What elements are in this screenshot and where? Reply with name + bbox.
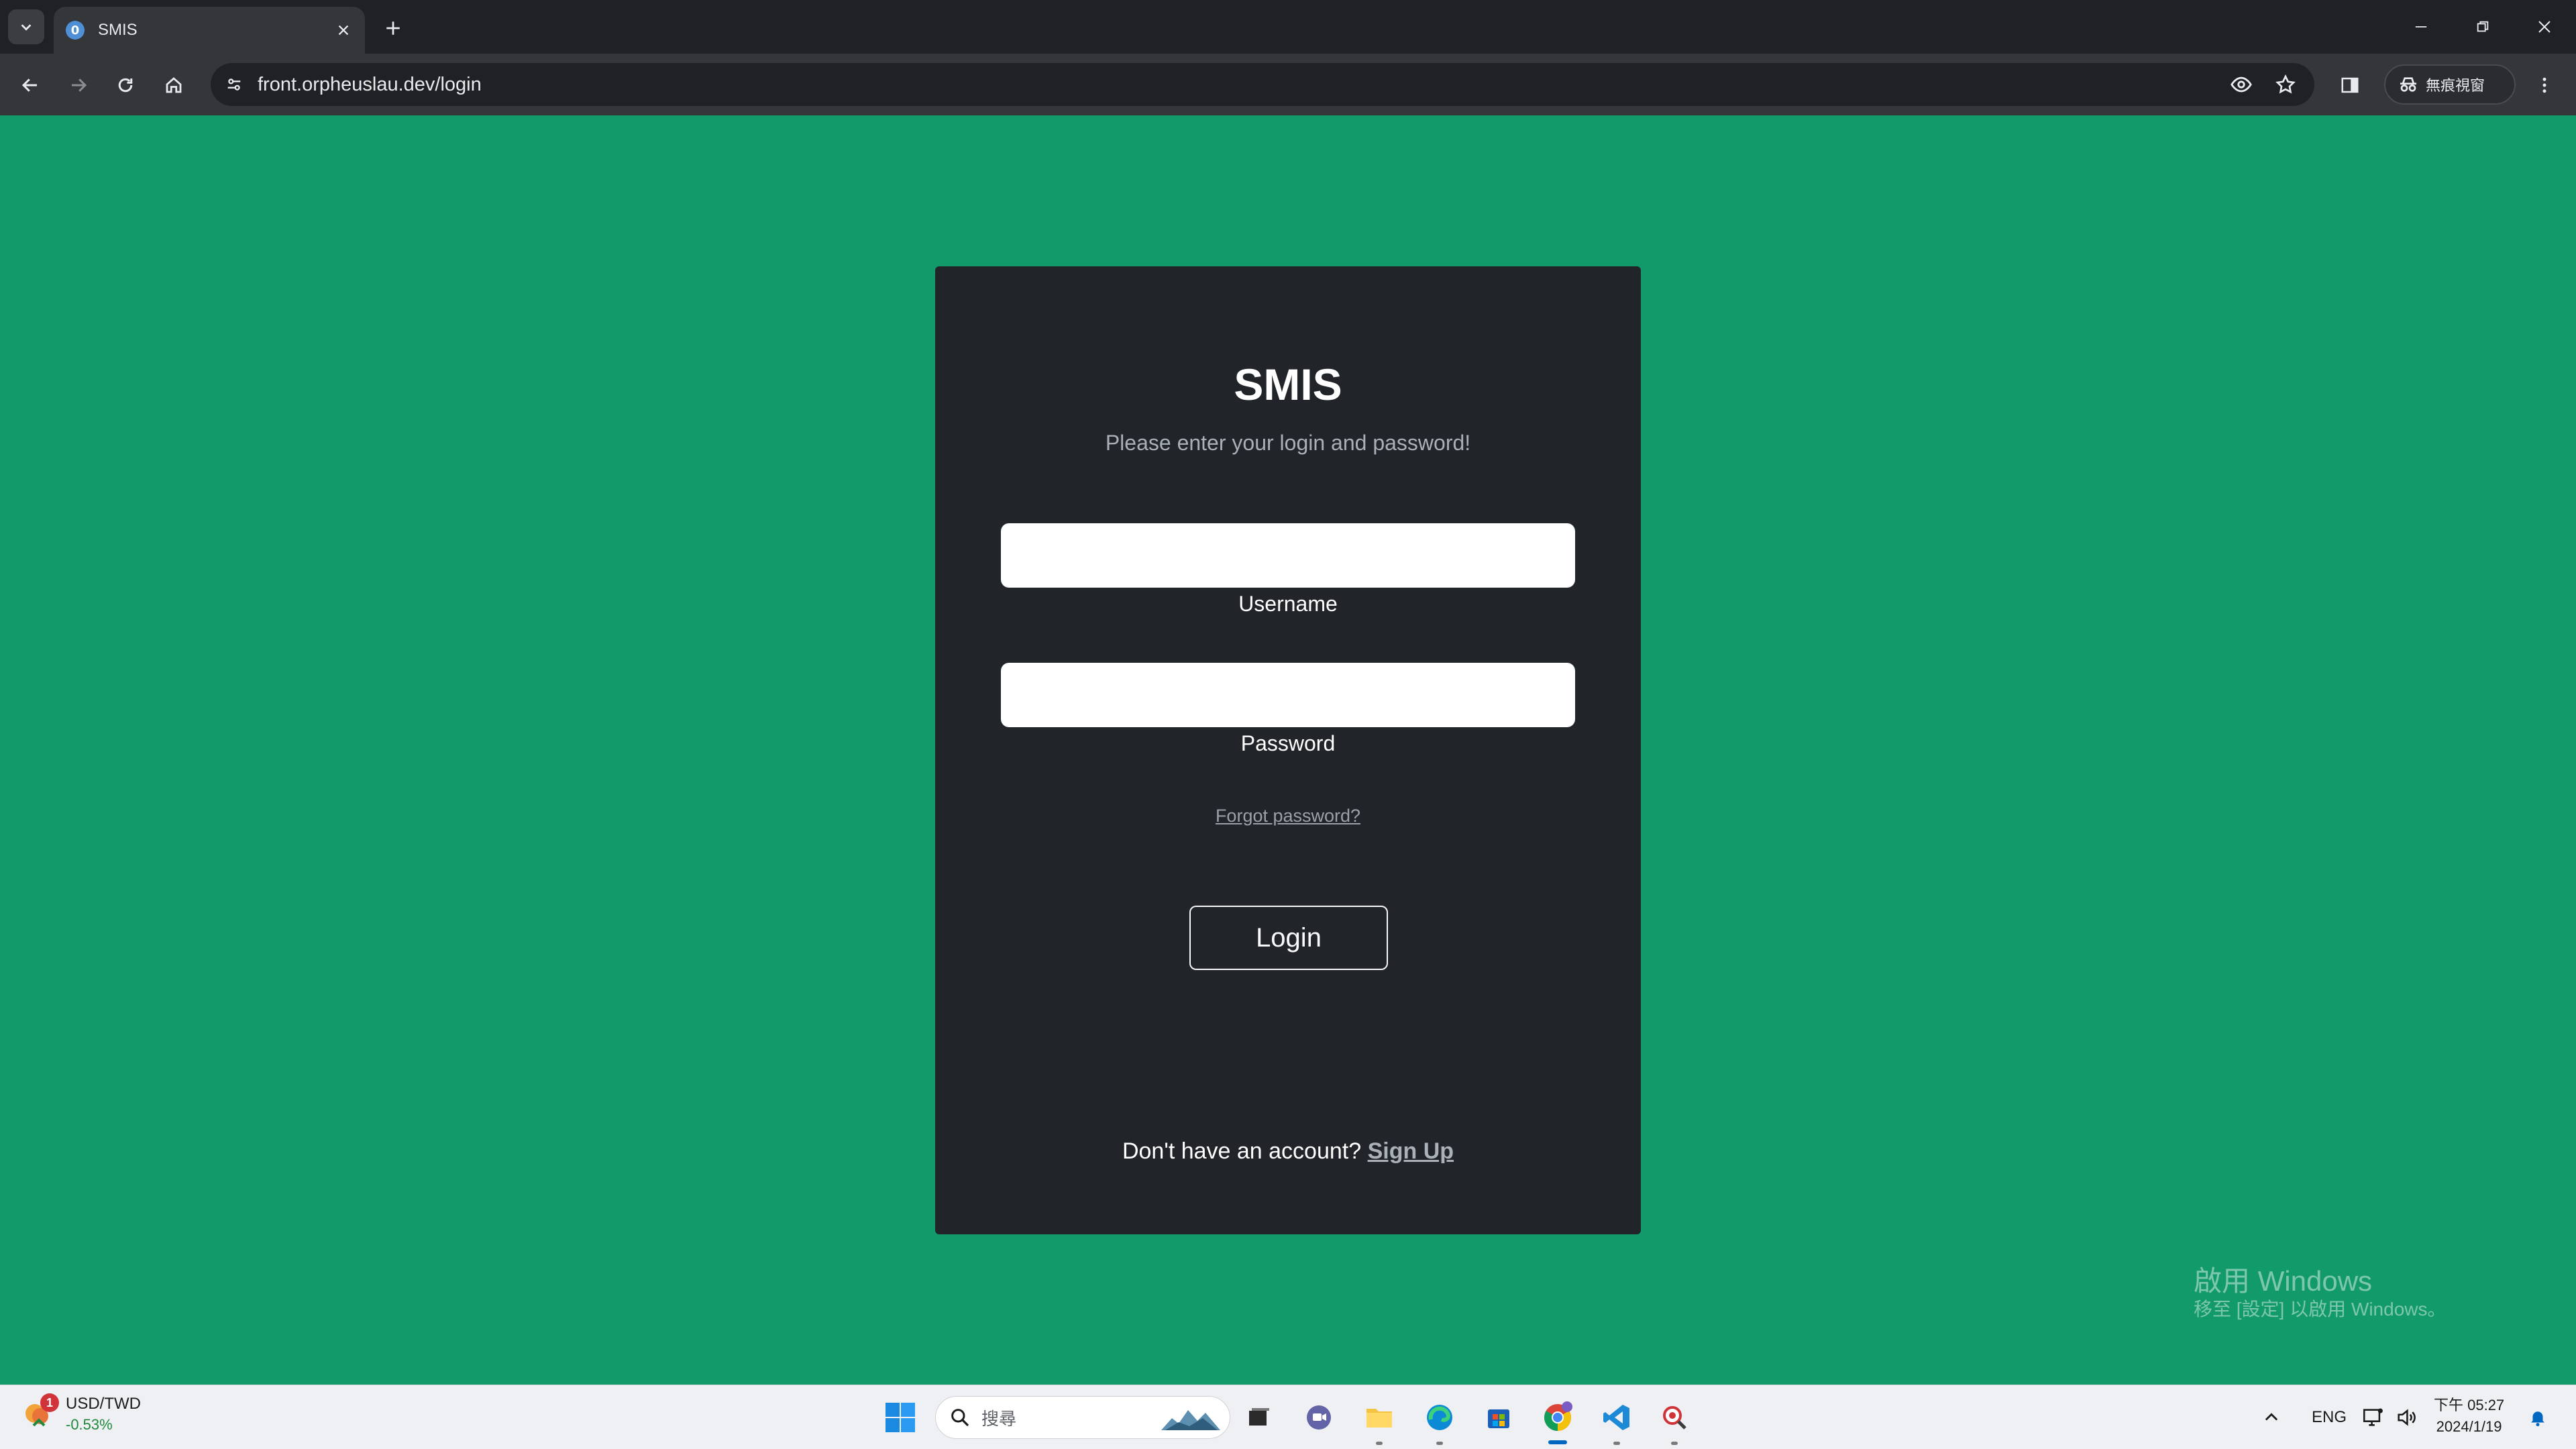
network-button[interactable] bbox=[2361, 1385, 2384, 1449]
favicon-icon: 0 bbox=[66, 21, 85, 40]
speaker-icon bbox=[2398, 1409, 2416, 1426]
running-indicator bbox=[1613, 1442, 1620, 1445]
browser-toolbar: front.orpheuslau.dev/login 無痕視窗 bbox=[0, 54, 2576, 115]
minimize-icon bbox=[2415, 26, 2427, 28]
bookmark-button[interactable] bbox=[2270, 69, 2301, 100]
chevron-down-icon bbox=[21, 24, 32, 31]
signup-link[interactable]: Sign Up bbox=[1368, 1138, 1454, 1164]
search-highlight-image bbox=[1161, 1410, 1220, 1430]
language-indicator[interactable]: ENG bbox=[2312, 1385, 2347, 1449]
teams-chat-button[interactable] bbox=[1299, 1397, 1339, 1438]
incognito-label: 無痕視窗 bbox=[2426, 77, 2485, 94]
bell-icon bbox=[2531, 1411, 2544, 1427]
eye-button[interactable] bbox=[2226, 69, 2257, 100]
url-text[interactable]: front.orpheuslau.dev/login bbox=[258, 63, 482, 106]
reload-icon bbox=[118, 78, 133, 93]
active-app-indicator bbox=[1548, 1440, 1567, 1444]
signup-prompt: Don't have an account? bbox=[1122, 1138, 1362, 1164]
password-input[interactable] bbox=[1001, 663, 1575, 727]
restore-icon bbox=[2477, 21, 2489, 32]
incognito-badge[interactable]: 無痕視窗 bbox=[2384, 64, 2516, 105]
home-icon bbox=[166, 77, 182, 93]
activation-watermark-title: 啟用 Windows bbox=[2194, 1265, 2373, 1297]
close-icon bbox=[338, 25, 349, 36]
login-button[interactable]: Login bbox=[1189, 906, 1388, 970]
weather-currency-widget[interactable]: 1 USD/TWD -0.53% bbox=[20, 1393, 141, 1434]
tab-smis[interactable]: 0 SMIS bbox=[54, 7, 365, 54]
close-window-button[interactable] bbox=[2521, 7, 2568, 47]
chrome-button[interactable] bbox=[1538, 1397, 1578, 1438]
site-info-button[interactable] bbox=[219, 69, 250, 100]
username-input[interactable] bbox=[1001, 523, 1575, 588]
currency-change: -0.53% bbox=[66, 1416, 113, 1433]
start-button[interactable] bbox=[880, 1397, 920, 1438]
home-button[interactable] bbox=[158, 70, 189, 101]
network-icon bbox=[2363, 1408, 2383, 1426]
browser-menu-button[interactable] bbox=[2529, 70, 2560, 101]
chat-icon bbox=[1307, 1405, 1331, 1430]
tool-app-button[interactable] bbox=[1654, 1397, 1695, 1438]
restore-button[interactable] bbox=[2459, 7, 2506, 47]
edge-button[interactable] bbox=[1419, 1397, 1460, 1438]
currency-icon: 1 bbox=[20, 1393, 59, 1432]
login-subtitle: Please enter your login and password! bbox=[1105, 431, 1471, 455]
tab-title: SMIS bbox=[98, 21, 138, 39]
back-button[interactable] bbox=[15, 70, 46, 101]
chevron-up-icon bbox=[2265, 1413, 2278, 1421]
clock-time: 下午 05:27 bbox=[2434, 1397, 2505, 1413]
system-clock[interactable]: 下午 05:27 2024/1/19 bbox=[2434, 1395, 2504, 1438]
arrow-left-icon bbox=[21, 78, 37, 92]
side-panel-button[interactable] bbox=[2334, 70, 2365, 101]
reload-button[interactable] bbox=[110, 70, 141, 101]
task-view-icon bbox=[1249, 1408, 1269, 1426]
forgot-password-link[interactable]: Forgot password? bbox=[0, 806, 2576, 826]
store-button[interactable] bbox=[1479, 1397, 1519, 1438]
forgot-password-text[interactable]: Forgot password? bbox=[1216, 806, 1360, 826]
password-label: Password bbox=[1240, 731, 1336, 755]
windows-logo-icon bbox=[885, 1403, 915, 1432]
star-icon bbox=[2275, 74, 2296, 94]
running-indicator bbox=[1376, 1442, 1383, 1445]
minimize-button[interactable] bbox=[2398, 7, 2445, 47]
taskbar: 1 USD/TWD -0.53% 搜尋 ENG 下午 05:27 2024/1/… bbox=[0, 1385, 2576, 1449]
activation-watermark-text: 移至 [設定] 以啟用 Windows。 bbox=[2194, 1299, 2447, 1320]
tab-close-button[interactable] bbox=[330, 17, 357, 44]
new-tab-button[interactable] bbox=[377, 12, 409, 44]
clock-date: 2024/1/19 bbox=[2436, 1418, 2502, 1435]
store-icon bbox=[1488, 1409, 1509, 1428]
search-icon bbox=[951, 1409, 969, 1427]
vscode-icon bbox=[1603, 1405, 1629, 1430]
notification-badge: 1 bbox=[40, 1393, 59, 1412]
volume-button[interactable] bbox=[2395, 1385, 2418, 1449]
task-view-button[interactable] bbox=[1238, 1397, 1279, 1438]
running-indicator bbox=[1436, 1442, 1443, 1445]
search-placeholder: 搜尋 bbox=[981, 1408, 1017, 1429]
kebab-menu-icon bbox=[2542, 77, 2546, 93]
taskbar-search[interactable]: 搜尋 bbox=[935, 1396, 1230, 1439]
tray-overflow-button[interactable] bbox=[2262, 1385, 2281, 1449]
arrow-right-icon bbox=[72, 78, 87, 92]
running-indicator bbox=[1671, 1442, 1678, 1445]
edge-icon bbox=[1427, 1405, 1452, 1430]
chrome-icon bbox=[1544, 1401, 1572, 1431]
tab-search-button[interactable] bbox=[8, 9, 44, 44]
signup-line: Don't have an account? Sign Up bbox=[0, 1138, 2576, 1165]
address-bar[interactable]: front.orpheuslau.dev/login bbox=[211, 63, 2314, 106]
notifications-button[interactable] bbox=[2528, 1385, 2548, 1449]
side-panel-icon bbox=[2341, 77, 2359, 93]
plus-icon bbox=[386, 21, 400, 35]
app-title: SMIS bbox=[1234, 360, 1342, 409]
incognito-icon bbox=[2400, 77, 2416, 92]
folder-icon bbox=[1366, 1409, 1392, 1428]
close-icon bbox=[2538, 21, 2551, 33]
currency-pair: USD/TWD bbox=[66, 1395, 141, 1413]
file-explorer-button[interactable] bbox=[1359, 1397, 1399, 1438]
browser-titlebar: 0 SMIS bbox=[0, 0, 2576, 54]
eye-icon bbox=[2231, 76, 2252, 93]
forward-button[interactable] bbox=[63, 70, 94, 101]
vscode-button[interactable] bbox=[1597, 1397, 1637, 1438]
tune-icon bbox=[227, 78, 241, 91]
magnifier-tool-icon bbox=[1663, 1406, 1686, 1430]
username-label: Username bbox=[1238, 592, 1338, 616]
